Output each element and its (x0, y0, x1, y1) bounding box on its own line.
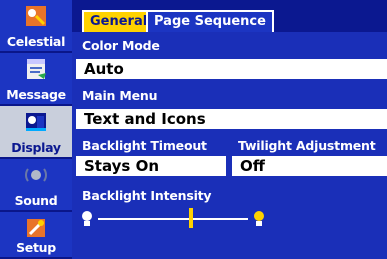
bright-bulb-icon (254, 211, 264, 226)
slider-track (98, 218, 248, 220)
sidebar: Celestial Message Display Sound Setup (0, 0, 72, 259)
sidebar-item-label: Sound (14, 193, 58, 208)
backlight-timeout-label: Backlight Timeout (82, 138, 207, 153)
twilight-adjustment-field[interactable]: Off (232, 156, 387, 176)
main-menu-label: Main Menu (82, 88, 158, 103)
sidebar-item-message[interactable]: Message (0, 53, 72, 106)
sidebar-item-label: Display (11, 140, 61, 155)
sidebar-item-setup[interactable]: Setup (0, 212, 72, 259)
display-icon (26, 113, 46, 131)
sidebar-item-label: Celestial (6, 34, 66, 49)
tab-bar: General Page Sequence (72, 0, 387, 32)
setup-icon (27, 219, 45, 237)
tab-general[interactable]: General (82, 10, 156, 32)
main-menu-field[interactable]: Text and Icons (76, 109, 387, 129)
sidebar-item-display[interactable]: Display (0, 106, 72, 159)
sidebar-item-celestial[interactable]: Celestial (0, 0, 72, 53)
tab-page-sequence[interactable]: Page Sequence (146, 10, 274, 32)
dim-bulb-icon (82, 211, 92, 226)
sidebar-item-label: Message (6, 87, 66, 102)
sound-icon (25, 168, 47, 182)
backlight-intensity-slider[interactable] (80, 206, 270, 234)
celestial-icon (26, 6, 46, 26)
backlight-intensity-label: Backlight Intensity (82, 188, 212, 203)
slider-thumb[interactable] (189, 208, 193, 228)
settings-panel: General Page Sequence Color Mode Auto Ma… (72, 0, 387, 259)
twilight-adjustment-label: Twilight Adjustment (238, 138, 376, 153)
sidebar-item-label: Setup (16, 240, 56, 255)
color-mode-label: Color Mode (82, 38, 160, 53)
message-icon (27, 59, 46, 79)
backlight-timeout-field[interactable]: Stays On (76, 156, 226, 176)
color-mode-field[interactable]: Auto (76, 59, 387, 79)
sidebar-item-sound[interactable]: Sound (0, 159, 72, 212)
